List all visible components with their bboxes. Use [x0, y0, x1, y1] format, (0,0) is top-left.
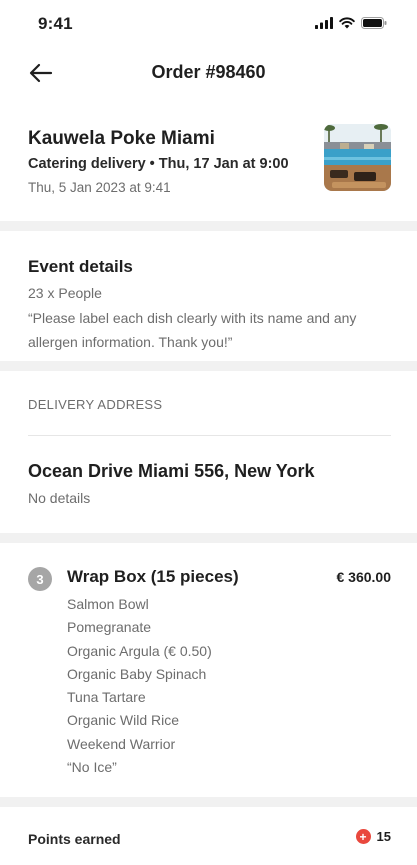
cellular-signal-icon — [315, 17, 333, 29]
item-name: Wrap Box (15 pieces) — [67, 567, 239, 586]
item-option: Salmon Bowl — [67, 596, 149, 612]
item-option: “No Ice” — [67, 759, 117, 776]
status-icons — [315, 17, 387, 29]
section-divider — [0, 221, 417, 231]
item-option: Organic Argula (€ 0.50) — [67, 642, 212, 659]
item-price: € 360.00 — [336, 569, 392, 585]
page-title: Order #98460 — [151, 62, 266, 82]
address-details: No details — [28, 490, 91, 506]
delivery-address-header: DELIVERY ADDRESS — [28, 397, 163, 412]
event-details-section: Event details 23 x People “Please label … — [0, 231, 417, 361]
item-option: Weekend Warrior — [67, 735, 176, 752]
nav-bar: Order #98460 — [0, 48, 417, 100]
order-date: Thu, 5 Jan 2023 at 9:41 — [28, 180, 171, 195]
event-details-title: Event details — [28, 257, 133, 276]
restaurant-name: Kauwela Poke Miami — [28, 128, 215, 149]
restaurant-thumbnail[interactable] — [324, 124, 391, 191]
status-time: 9:41 — [38, 14, 73, 33]
status-bar: 9:41 — [0, 0, 417, 48]
wifi-icon — [339, 17, 355, 29]
delivery-info: Catering delivery • Thu, 17 Jan at 9:00 — [28, 156, 289, 172]
item-options-list: Salmon Bowl Pomegranate Organic Argula (… — [67, 593, 212, 779]
points-plus-icon: + — [355, 829, 371, 844]
event-note: “Please label each dish clearly with its… — [28, 310, 357, 350]
item-option: Tuna Tartare — [67, 689, 146, 706]
points-section: Points earned + 15 — [0, 807, 417, 865]
item-option: Organic Baby Spinach — [67, 665, 207, 682]
points-count: 15 — [376, 829, 391, 844]
delivery-address: Ocean Drive Miami 556, New York — [28, 461, 315, 481]
quantity-badge: 3 — [28, 567, 52, 591]
item-option: Pomegranate — [67, 619, 152, 636]
points-value: + 15 — [355, 829, 391, 844]
section-divider — [0, 533, 417, 543]
order-item: 3 Wrap Box (15 pieces) € 360.00 Salmon B… — [0, 543, 417, 797]
points-earned-label: Points earned — [28, 831, 121, 847]
item-option: Organic Wild Rice — [67, 712, 180, 729]
delivery-address-section: DELIVERY ADDRESS Ocean Drive Miami 556, … — [0, 371, 417, 533]
section-divider — [0, 361, 417, 371]
divider — [28, 435, 391, 436]
battery-icon — [361, 17, 387, 29]
section-divider — [0, 797, 417, 807]
people-count: 23 x People — [28, 285, 102, 301]
restaurant-section: Kauwela Poke Miami Catering delivery • T… — [0, 100, 417, 221]
